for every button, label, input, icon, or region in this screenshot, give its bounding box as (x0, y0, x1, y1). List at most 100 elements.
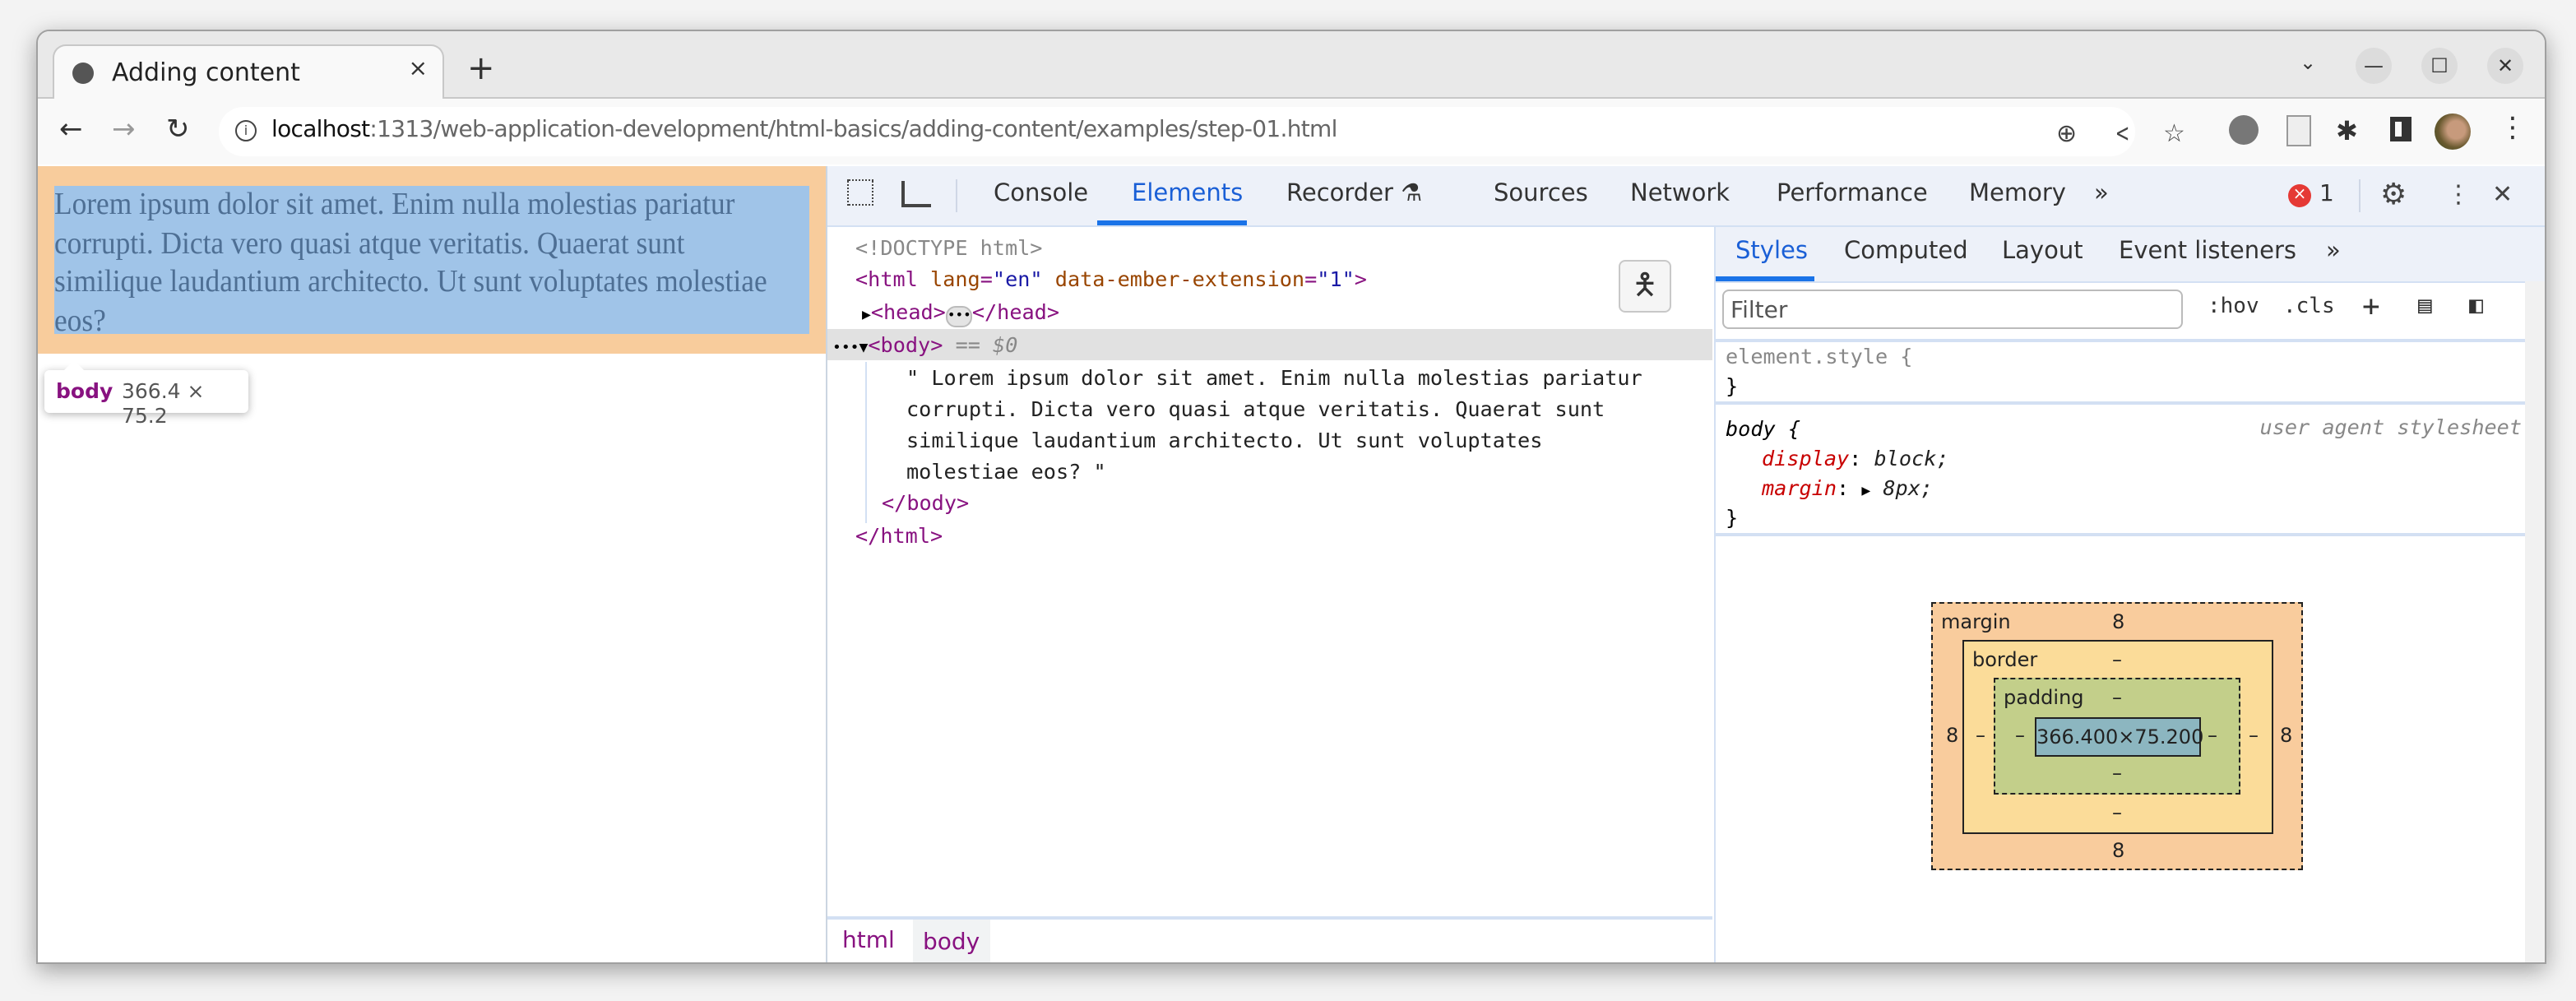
tab-styles[interactable]: Styles (1735, 239, 1808, 265)
margin-top-value[interactable]: 8 (2112, 610, 2124, 633)
styles-scrollbar[interactable] (2525, 281, 2545, 962)
document-extension-icon[interactable] (2286, 115, 2311, 146)
tab-search-chevron-icon[interactable]: ⌄ (2300, 51, 2316, 74)
attr-name: data-ember-extension (1054, 266, 1305, 291)
settings-gear-icon[interactable]: ⚙ (2380, 178, 2407, 212)
rule-divider (1716, 533, 2525, 536)
tooltip-dimensions: 366.4 × 75.2 (122, 378, 205, 428)
head-close-tag: </head> (971, 299, 1059, 324)
browser-tab[interactable]: Adding content × (53, 44, 444, 100)
more-tabs-icon[interactable]: » (2094, 181, 2109, 207)
body-text: Lorem ipsum dolor sit amet. Enim nulla m… (54, 188, 767, 338)
text-node-line[interactable]: corrupti. Dicta vero quasi atque veritat… (906, 393, 1605, 424)
reload-button[interactable]: ↻ (166, 114, 190, 146)
tab-console[interactable]: Console (994, 181, 1088, 207)
padding-bottom-value[interactable]: – (2112, 762, 2122, 785)
minimize-button[interactable]: — (2356, 48, 2392, 84)
head-open-tag: <head> (870, 299, 946, 324)
profile-avatar[interactable] (2435, 114, 2471, 150)
accessibility-tree-button[interactable]: 🯅 (1619, 260, 1671, 313)
address-bar[interactable]: i localhost:1313/web-application-develop… (219, 107, 2185, 156)
hover-state-toggle[interactable]: :hov (2208, 294, 2259, 319)
breadcrumb-body[interactable]: body (913, 920, 990, 962)
inspect-element-icon[interactable] (847, 179, 873, 206)
element-style-rule[interactable]: element.style { } (1716, 339, 2525, 401)
class-toggle[interactable]: .cls (2283, 294, 2335, 319)
doctype-node[interactable]: <!DOCTYPE html> (855, 232, 1042, 263)
wave-extension-icon[interactable] (2229, 115, 2259, 145)
style-property[interactable]: margin: ▶ 8px; (1716, 474, 2525, 503)
body-style-rule[interactable]: body { user agent stylesheet display: bl… (1716, 401, 2525, 536)
toggle-sidebar-icon[interactable]: ◧ (2469, 293, 2483, 319)
expand-triangle-icon[interactable]: ▶ (1861, 484, 1870, 500)
share-icon[interactable]: < (2115, 118, 2130, 148)
breadcrumb-html[interactable]: html (842, 928, 895, 954)
border-label: border (1972, 648, 2038, 671)
site-info-icon[interactable]: i (235, 120, 257, 141)
tab-recorder[interactable]: Recorder ⚗ (1286, 181, 1422, 207)
padding-left-value[interactable]: – (2015, 724, 2025, 747)
html-node[interactable]: <html lang="en" data-ember-extension="1"… (855, 263, 1367, 294)
browser-menu-icon[interactable]: ⋮ (2499, 112, 2527, 145)
url-path: :1313/web-application-development/html-b… (369, 117, 1337, 143)
error-icon[interactable]: × (2288, 184, 2311, 207)
flask-icon: ⚗ (1401, 181, 1423, 207)
tab-network[interactable]: Network (1630, 181, 1730, 207)
border-left-value[interactable]: – (1976, 724, 1985, 747)
elements-tree: <!DOCTYPE html> <html lang="en" data-emb… (827, 227, 1712, 962)
margin-label: margin (1941, 610, 2011, 633)
box-model-content[interactable]: 366.400×75.200 (2035, 717, 2203, 757)
browser-content: Lorem ipsum dolor sit amet. Enim nulla m… (38, 166, 2545, 962)
body-close-tag[interactable]: </body> (882, 487, 969, 518)
device-toolbar-icon[interactable] (901, 181, 931, 207)
margin-right-value[interactable]: 8 (2280, 724, 2292, 747)
screen: Adding content × + ⌄ — ☐ ✕ ← → ↻ i local… (0, 0, 2576, 1001)
forward-button[interactable]: → (112, 114, 136, 146)
more-actions-icon[interactable]: ••• (832, 341, 859, 357)
collapse-triangle-icon[interactable]: ▼ (859, 341, 869, 357)
padding-right-value[interactable]: – (2208, 724, 2217, 747)
url-host: localhost (271, 117, 370, 143)
tab-layout[interactable]: Layout (2002, 239, 2083, 265)
globe-icon (72, 63, 94, 84)
side-panel-icon[interactable] (2390, 117, 2412, 141)
html-close-tag[interactable]: </html> (855, 520, 943, 551)
new-tab-button[interactable]: + (467, 48, 495, 87)
tab-sources[interactable]: Sources (1494, 181, 1588, 207)
extensions-puzzle-icon[interactable]: ✱ (2336, 115, 2358, 146)
zoom-icon[interactable]: ⊕ (2056, 118, 2077, 148)
back-button[interactable]: ← (59, 114, 83, 146)
sidebar-tabs: Styles Computed Layout Event listeners » (1716, 227, 2545, 283)
tab-computed[interactable]: Computed (1844, 239, 1968, 265)
tab-performance[interactable]: Performance (1777, 181, 1928, 207)
maximize-button[interactable]: ☐ (2421, 48, 2458, 84)
ellipsis-icon[interactable]: ••• (945, 306, 972, 327)
url-text[interactable]: localhost:1313/web-application-developme… (271, 117, 1337, 143)
close-window-button[interactable]: ✕ (2487, 48, 2523, 84)
tab-memory[interactable]: Memory (1969, 181, 2066, 207)
head-node[interactable]: ▶<head> •••</head> (862, 296, 1059, 327)
close-devtools-icon[interactable]: ✕ (2492, 179, 2513, 209)
style-property[interactable]: display: block; (1716, 444, 2525, 474)
paint-brush-icon[interactable]: ▤ (2418, 293, 2432, 319)
margin-bottom-value[interactable]: 8 (2112, 839, 2124, 862)
tab-event-listeners[interactable]: Event listeners (2119, 239, 2296, 265)
border-top-value[interactable]: – (2112, 648, 2122, 671)
padding-top-value[interactable]: – (2112, 686, 2122, 709)
more-tabs-icon[interactable]: » (2326, 239, 2341, 265)
attr-value: "1" (1317, 266, 1355, 291)
border-bottom-value[interactable]: – (2112, 801, 2122, 824)
new-style-rule-icon[interactable]: + (2362, 290, 2380, 324)
bookmark-star-icon[interactable]: ☆ (2163, 118, 2185, 148)
devtools-menu-icon[interactable]: ⋮ (2446, 179, 2471, 209)
styles-filter-input[interactable]: Filter (1722, 290, 2183, 329)
border-right-value[interactable]: – (2249, 724, 2259, 747)
margin-left-value[interactable]: 8 (1946, 724, 1958, 747)
tab-elements[interactable]: Elements (1132, 181, 1243, 207)
text-node-line[interactable]: molestiae eos? " (906, 456, 1106, 487)
tab-close-icon[interactable]: × (409, 56, 428, 82)
body-node[interactable]: •••▼<body> == $0 (832, 329, 1017, 360)
error-count[interactable]: 1 (2319, 181, 2334, 207)
text-node-line[interactable]: " Lorem ipsum dolor sit amet. Enim nulla… (906, 362, 1642, 393)
text-node-line[interactable]: similique laudantium architecto. Ut sunt… (906, 424, 1542, 456)
